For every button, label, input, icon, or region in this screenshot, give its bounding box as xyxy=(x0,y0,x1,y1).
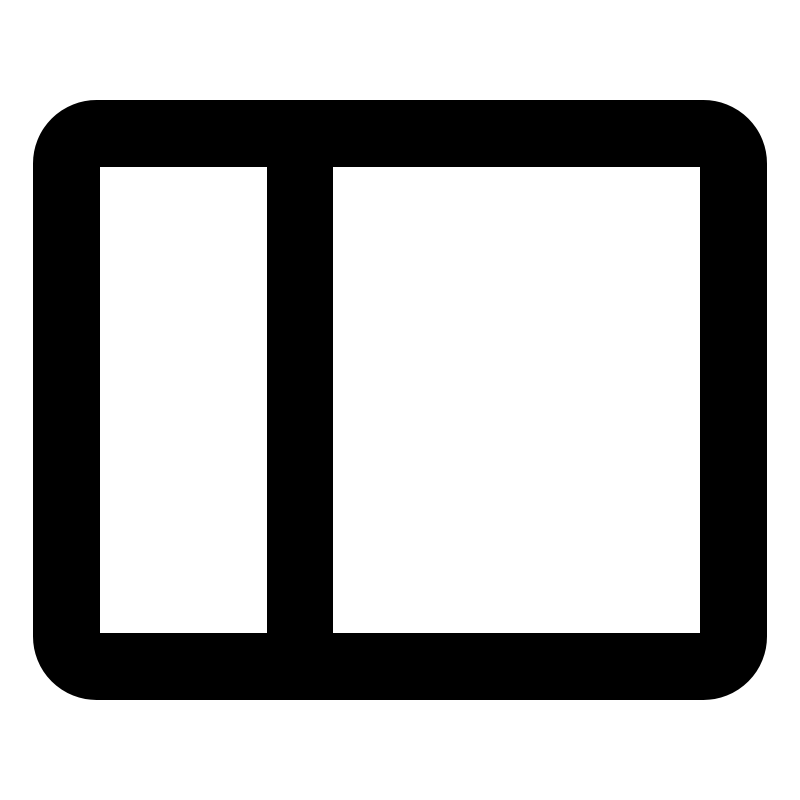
sidebar-layout-icon xyxy=(0,0,800,800)
icon-canvas xyxy=(0,0,800,800)
sidebar-layout-svg xyxy=(0,0,800,800)
sidebar-divider xyxy=(267,133,333,667)
